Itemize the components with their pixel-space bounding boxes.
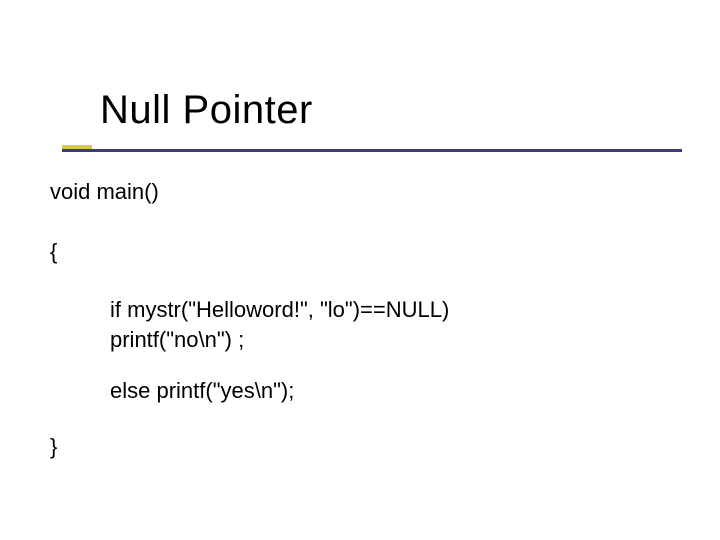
content-area: void main() { if mystr("Helloword!", "lo… — [0, 143, 720, 460]
code-if-block: if mystr("Helloword!", "lo")==NULL) prin… — [50, 295, 680, 354]
code-close-brace: } — [50, 434, 680, 460]
code-signature: void main() — [50, 179, 680, 205]
slide-title: Null Pointer — [100, 88, 720, 133]
code-printf-no: printf("no\n") ; — [110, 325, 680, 355]
title-area: Null Pointer — [0, 0, 720, 143]
code-if-line: if mystr("Helloword!", "lo")==NULL) — [110, 295, 680, 325]
slide: Null Pointer void main() { if mystr("Hel… — [0, 0, 720, 540]
code-else-line: else printf("yes\n"); — [110, 378, 680, 404]
underline-accent-purple — [62, 149, 682, 152]
title-underline — [62, 145, 682, 169]
code-else-block: else printf("yes\n"); — [50, 378, 680, 404]
code-open-brace: { — [50, 239, 680, 265]
